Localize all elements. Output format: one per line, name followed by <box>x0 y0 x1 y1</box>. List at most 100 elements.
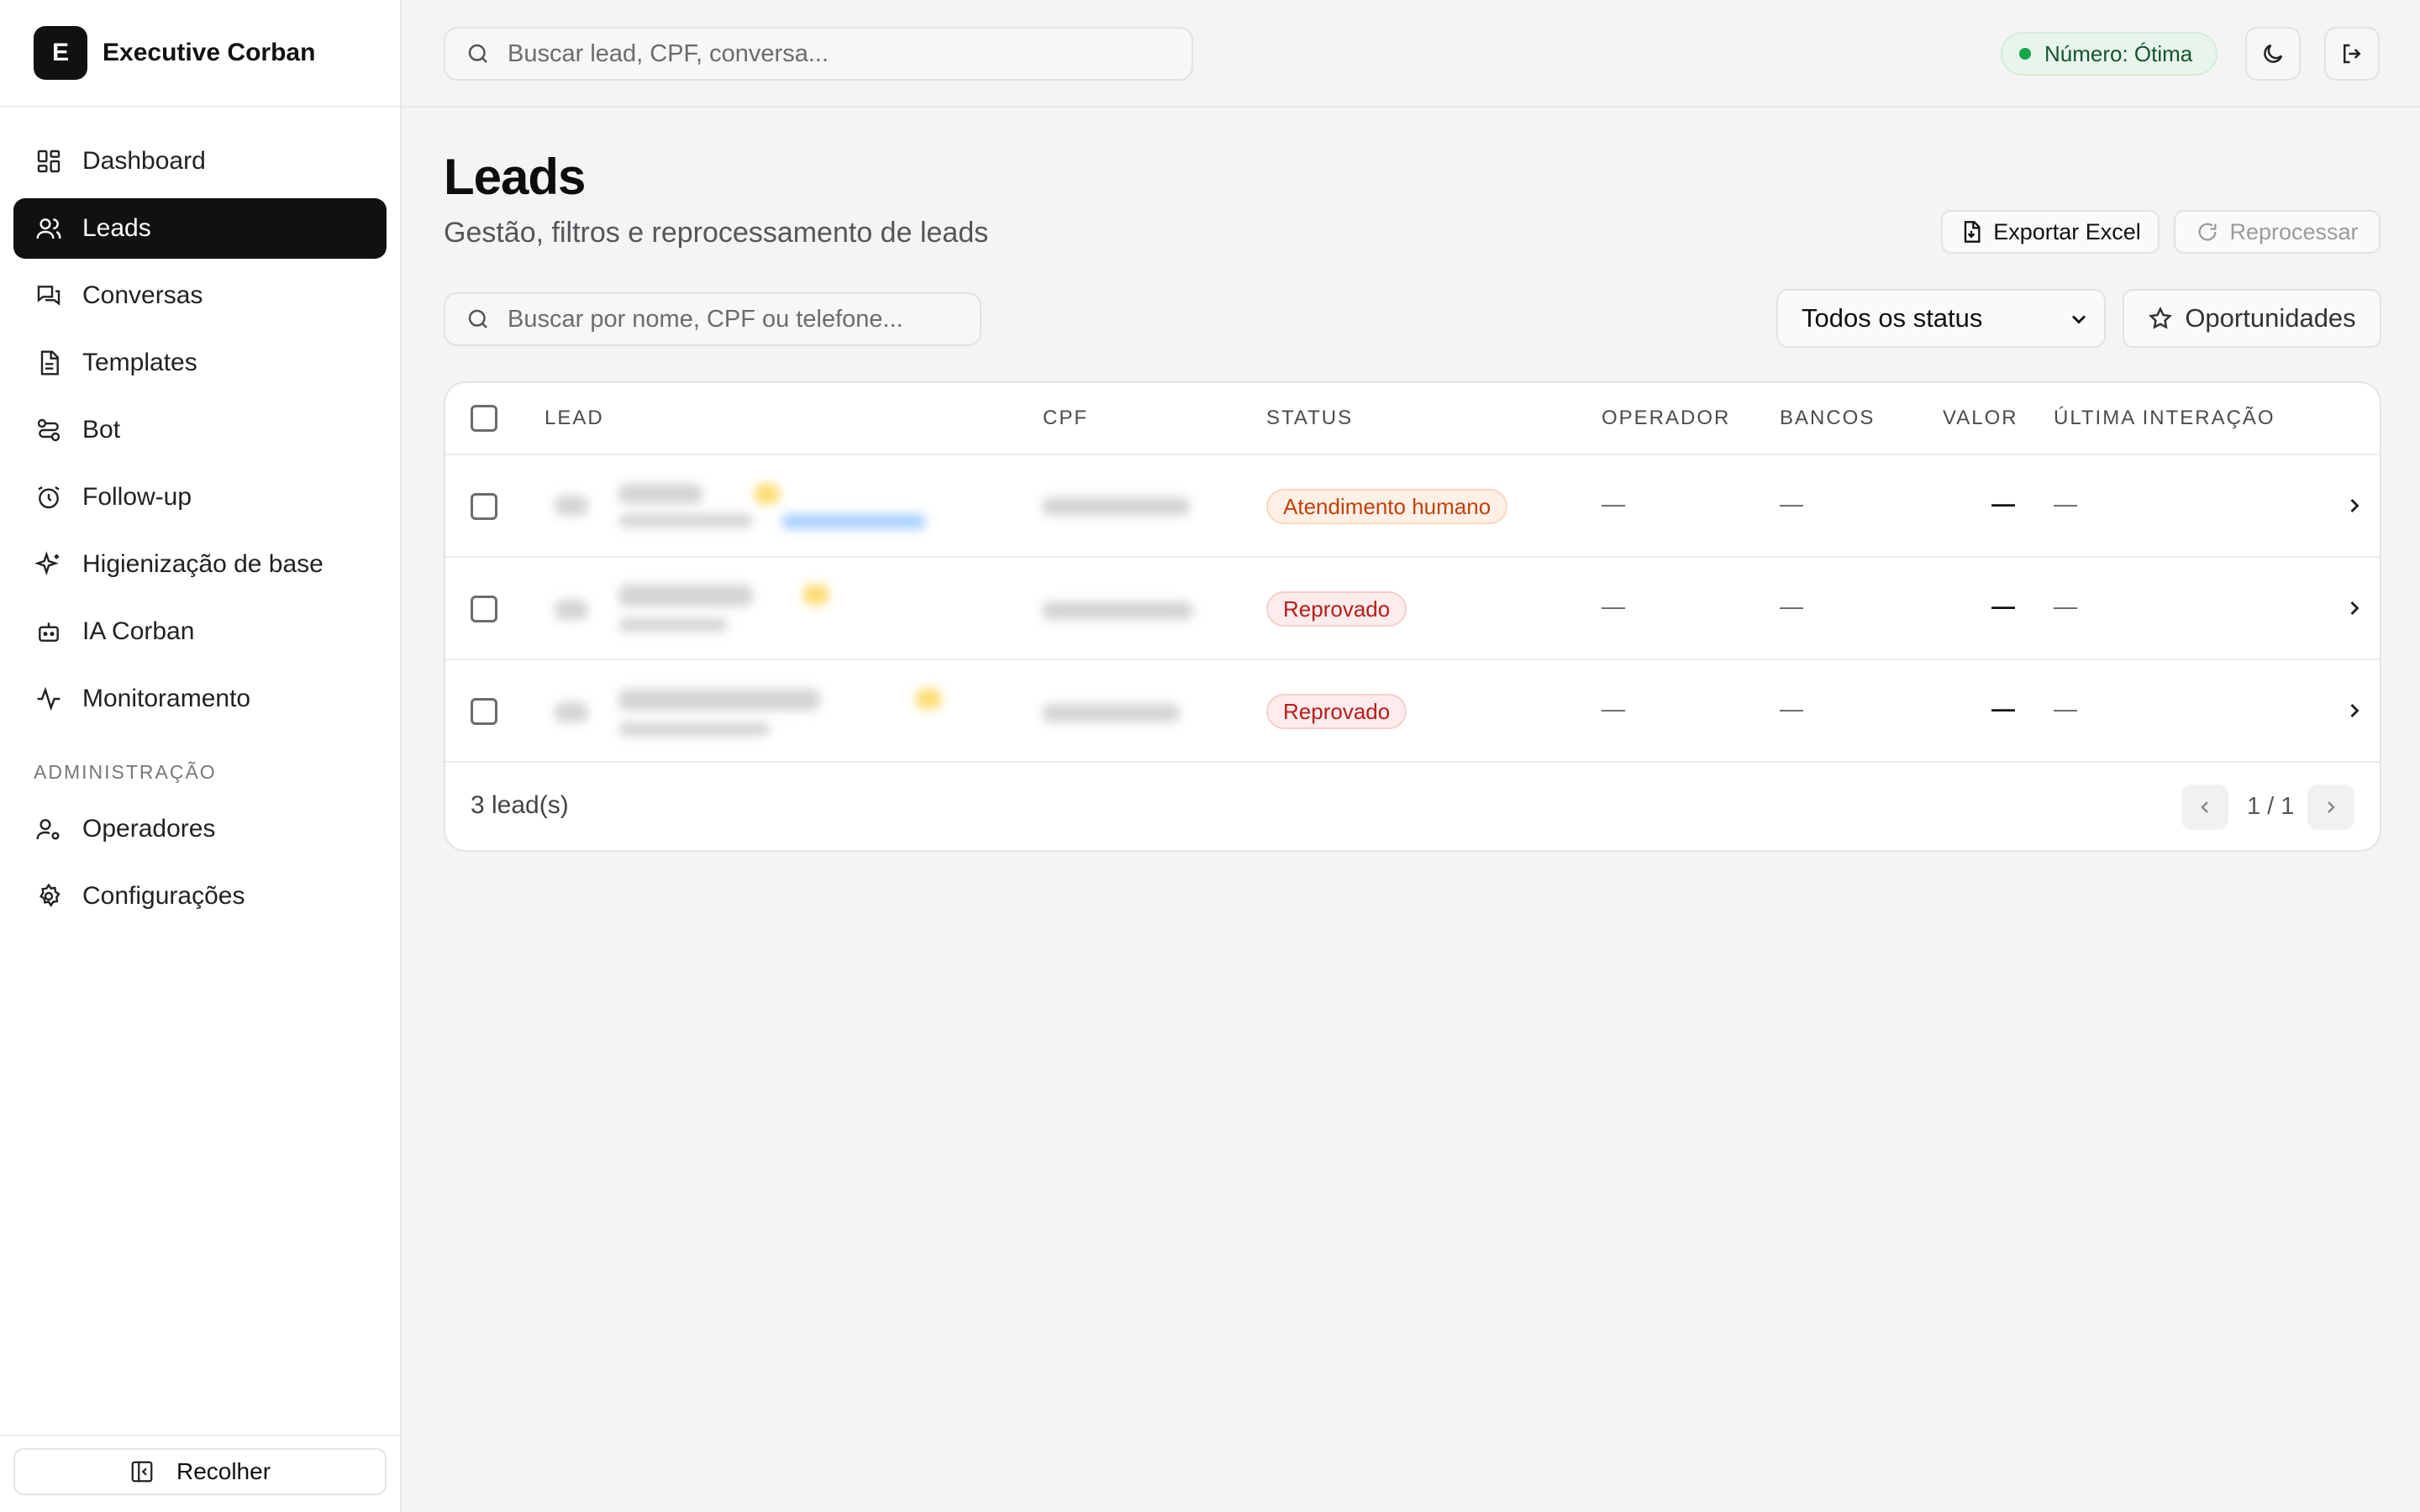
logout-icon <box>2344 44 2361 64</box>
sidebar-item-label: Leads <box>82 214 151 242</box>
opportunities-button[interactable]: Oportunidades <box>2123 289 2381 348</box>
alarm-icon <box>38 486 60 509</box>
reprocess-button[interactable]: Reprocessar <box>2174 210 2381 254</box>
refresh-icon <box>2199 223 2217 241</box>
chevron-right-icon[interactable] <box>2343 699 2366 722</box>
topbar: Número: Ótima <box>402 0 2420 108</box>
users-icon <box>36 218 61 239</box>
operador-cell: — <box>1602 593 1625 619</box>
sidebar-item-leads[interactable]: Leads <box>13 198 387 259</box>
lead-phone-blurred <box>618 514 753 528</box>
global-search[interactable] <box>444 27 1193 81</box>
ultima-cell: — <box>2054 696 2077 722</box>
lead-tag-blurred <box>755 484 780 504</box>
sidebar-nav: Dashboard Leads Conversas Templates Bot … <box>0 108 400 927</box>
star-icon <box>2149 306 2173 329</box>
collapse-label: Recolher <box>176 1458 271 1484</box>
header-status[interactable]: STATUS <box>1266 407 1353 430</box>
sidebar-item-conversas[interactable]: Conversas <box>13 265 387 326</box>
sidebar-item-configuracoes[interactable]: Configurações <box>13 866 387 927</box>
chevron-left-icon <box>2201 801 2208 813</box>
ultima-cell: — <box>2054 491 2077 517</box>
avatar <box>555 702 588 722</box>
bancos-cell: — <box>1780 593 1803 619</box>
status-filter-value: Todos os status <box>1802 303 1983 333</box>
brand-logo: E <box>34 26 87 80</box>
header-ultima-interacao[interactable]: ÚLTIMA INTERAÇÃO <box>2054 407 2275 430</box>
row-checkbox[interactable] <box>471 493 497 520</box>
lead-phone-blurred <box>618 722 770 736</box>
search-icon <box>468 44 487 63</box>
header-valor[interactable]: VALOR <box>1943 407 2018 430</box>
sidebar-item-label: Follow-up <box>82 483 192 511</box>
status-badge: Reprovado <box>1266 591 1407 627</box>
operador-cell: — <box>1602 696 1625 722</box>
cpf-blurred <box>1042 704 1180 722</box>
bot-icon <box>39 622 59 642</box>
cpf-blurred <box>1042 497 1190 516</box>
header-cpf[interactable]: CPF <box>1043 407 1088 430</box>
logout-button[interactable] <box>2324 27 2380 81</box>
sidebar-item-bot[interactable]: Bot <box>13 400 387 460</box>
lead-name-blurred <box>618 585 753 606</box>
sidebar-item-monitoramento[interactable]: Monitoramento <box>13 669 387 729</box>
header-bancos[interactable]: BANCOS <box>1780 407 1875 430</box>
status-badge: Atendimento humano <box>1266 489 1508 524</box>
lead-count: 3 lead(s) <box>471 791 569 819</box>
row-checkbox[interactable] <box>471 596 497 622</box>
brand-name: Executive Corban <box>103 39 316 66</box>
select-all-checkbox[interactable] <box>471 405 497 432</box>
table-row[interactable]: Atendimento humano — — — — <box>445 455 2380 558</box>
sidebar-item-label: Bot <box>82 416 121 444</box>
status-badge: Reprovado <box>1266 694 1407 729</box>
sidebar-item-label: IA Corban <box>82 617 195 645</box>
page-title: Leads <box>444 149 586 205</box>
table-row[interactable]: Reprovado — — — — <box>445 558 2380 660</box>
chat-icon <box>37 286 60 306</box>
sidebar-item-higienizacao[interactable]: Higienização de base <box>13 534 387 595</box>
ultima-cell: — <box>2054 593 2077 619</box>
lead-name-blurred <box>618 484 702 504</box>
sidebar-item-label: Configurações <box>82 882 245 910</box>
search-icon <box>468 309 487 328</box>
sidebar: E Executive Corban Dashboard Leads Conve… <box>0 0 402 1512</box>
sidebar-section-admin: ADMINISTRAÇÃO <box>34 761 217 783</box>
sidebar-item-operadores[interactable]: Operadores <box>13 799 387 859</box>
header-operador[interactable]: OPERADOR <box>1602 407 1730 430</box>
sidebar-item-label: Operadores <box>82 815 216 843</box>
lead-search[interactable] <box>444 292 981 346</box>
chevron-down-icon <box>2071 315 2086 324</box>
bancos-cell: — <box>1780 491 1803 517</box>
next-page-button[interactable] <box>2307 785 2354 830</box>
chevron-right-icon[interactable] <box>2343 596 2366 620</box>
global-search-input[interactable] <box>508 39 1146 68</box>
sidebar-item-dashboard[interactable]: Dashboard <box>13 131 387 192</box>
opportunities-label: Oportunidades <box>2185 303 2356 333</box>
lead-search-input[interactable] <box>508 305 944 333</box>
lead-name-blurred <box>618 689 820 711</box>
collapse-area: Recolher <box>0 1435 400 1512</box>
chevron-right-icon[interactable] <box>2343 494 2366 517</box>
export-label: Exportar Excel <box>1993 218 2141 244</box>
gear-icon <box>39 883 60 907</box>
brand: E Executive Corban <box>0 0 400 108</box>
sidebar-item-templates[interactable]: Templates <box>13 333 387 393</box>
table-footer: 3 lead(s) 1 / 1 <box>445 763 2380 850</box>
sidebar-item-label: Higienização de base <box>82 550 324 578</box>
operador-cell: — <box>1602 491 1625 517</box>
row-checkbox[interactable] <box>471 698 497 725</box>
export-excel-button[interactable]: Exportar Excel <box>1941 210 2160 254</box>
sidebar-item-follow-up[interactable]: Follow-up <box>13 467 387 528</box>
valor-cell: — <box>1991 491 2015 517</box>
sidebar-item-ia-corban[interactable]: IA Corban <box>13 601 387 662</box>
sidebar-item-label: Templates <box>82 349 197 376</box>
sidebar-item-label: Conversas <box>82 281 203 309</box>
collapse-sidebar-button[interactable]: Recolher <box>13 1448 387 1495</box>
table-row[interactable]: Reprovado — — — — <box>445 660 2380 763</box>
theme-toggle-button[interactable] <box>2245 27 2301 81</box>
prev-page-button[interactable] <box>2181 785 2228 830</box>
header-lead[interactable]: LEAD <box>544 407 604 430</box>
avatar <box>555 496 588 516</box>
user-cog-icon <box>36 819 60 840</box>
status-filter-select[interactable]: Todos os status <box>1776 289 2106 348</box>
